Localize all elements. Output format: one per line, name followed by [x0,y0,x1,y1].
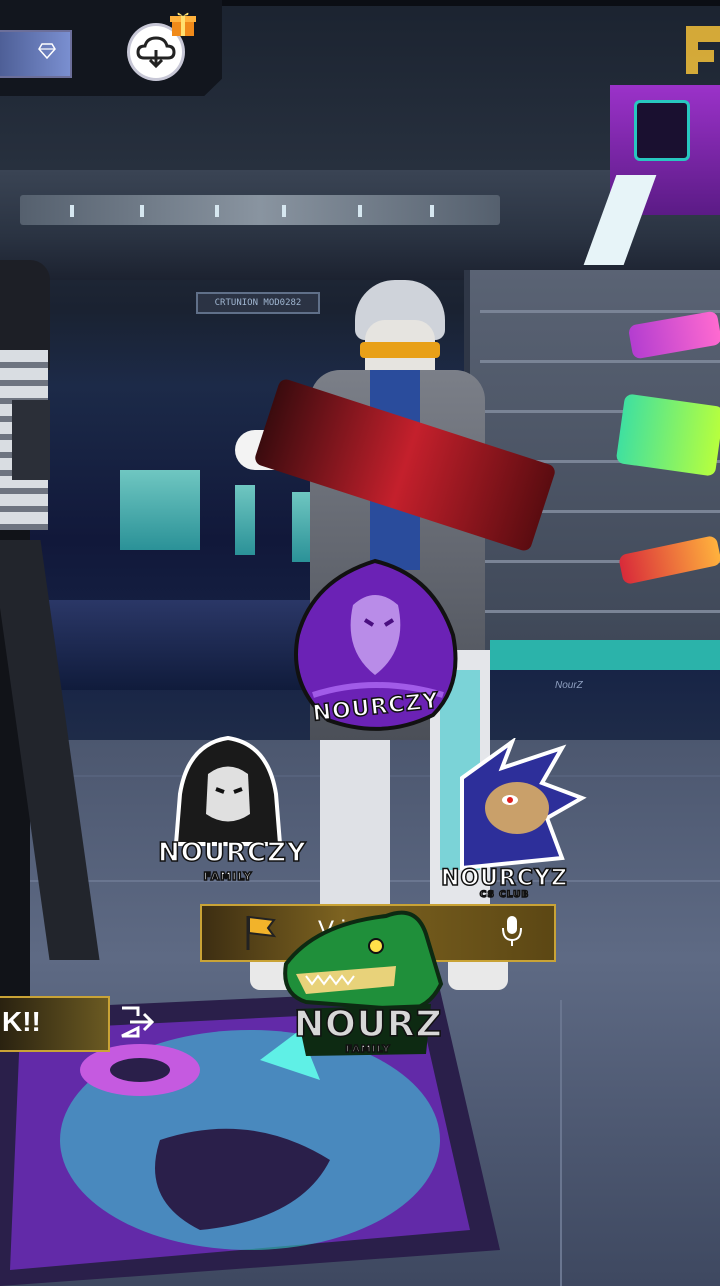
logo-nourz-family: NOURZ FAMILY [276,904,448,1069]
logo-nourczy-family: NOURCZY FAMILY [157,734,307,894]
logo-subtext: FAMILY [345,1043,391,1056]
logo-subtext: FAMILY [203,869,253,884]
ceiling-light-strip [20,195,500,225]
exit-icon[interactable] [118,1004,158,1040]
left-character [0,260,100,1050]
floor-label: NourZ [555,680,583,691]
event-corner-badge[interactable] [680,22,720,82]
logo-subtext: CS CLUB [479,889,530,901]
diamond-icon [38,42,56,60]
green-weapon-icon [615,393,720,477]
logo-text: NOURZ [293,1003,443,1046]
logo-text: NOURCYZ [440,865,568,892]
diamond-currency-bar[interactable] [0,30,72,78]
gift-icon[interactable] [170,10,196,38]
flag-icon [246,915,277,950]
background-window [120,470,200,550]
logo-nourcyz-csclub: NOURCYZ CS CLUB [432,736,587,906]
pillar-screen [634,100,690,161]
status-banner-label: K!! [2,1006,41,1037]
locker-base [490,640,720,670]
microphone-icon[interactable] [500,912,524,950]
floor-line [560,1000,562,1286]
logo-text: NOURCZY [157,837,307,869]
logo-nourczy-purple: NOURCZY [283,555,468,745]
